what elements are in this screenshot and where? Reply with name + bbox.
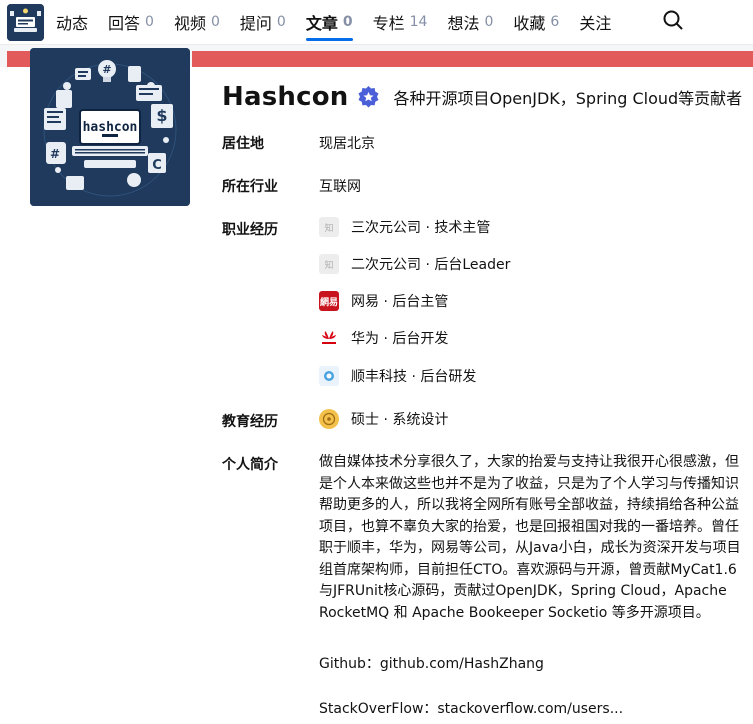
tab-following[interactable]: 关注	[579, 0, 611, 44]
svg-text:#: #	[102, 63, 111, 76]
career-item[interactable]: 知 二次元公司 · 后台Leader	[319, 254, 510, 274]
search-icon[interactable]	[660, 7, 686, 33]
career-item[interactable]: 华为 · 后台开发	[319, 328, 448, 348]
school-logo-icon	[319, 409, 339, 429]
tab-label: 收藏	[513, 14, 546, 33]
profile-tabs: 动态 回答 0 视频 0 提问 0 文章 0 专栏 14 想法 0 收藏 6 关注	[56, 0, 631, 44]
profile-nav-bar: 动态 回答 0 视频 0 提问 0 文章 0 专栏 14 想法 0 收藏 6 关注	[0, 0, 753, 45]
career-item[interactable]: 知 三次元公司 · 技术主管	[319, 217, 490, 237]
education-label: 教育经历	[222, 414, 278, 430]
tab-columns[interactable]: 专栏 14	[373, 0, 428, 44]
tab-articles[interactable]: 文章 0	[305, 0, 353, 44]
career-item-text: 顺丰科技 · 后台研发	[351, 369, 477, 385]
location-label: 居住地	[222, 136, 264, 152]
tab-count: 14	[409, 14, 428, 30]
tab-answers[interactable]: 回答 0	[108, 0, 154, 44]
placeholder-company-icon: 知	[319, 254, 339, 274]
tab-label: 回答	[108, 14, 141, 33]
tab-label: 文章	[305, 14, 338, 33]
bio-text: 做自媒体技术分享很久了，大家的抬爱与支持让我很开心很感激，但是个人本来做这些也并…	[319, 452, 749, 624]
github-link[interactable]: Github：github.com/HashZhang	[319, 653, 544, 673]
education-item-text: 硕士 · 系统设计	[351, 412, 449, 428]
bio-paragraph: 做自媒体技术分享很久了，大家的抬爱与支持让我很开心很感激，但是个人本来做这些也并…	[319, 454, 741, 621]
tab-questions[interactable]: 提问 0	[240, 0, 286, 44]
tab-videos[interactable]: 视频 0	[174, 0, 220, 44]
verified-badge-icon[interactable]	[356, 85, 381, 110]
tab-count: 0	[276, 14, 286, 30]
avatar-thumbnail[interactable]	[7, 4, 44, 41]
career-item[interactable]: 網易 网易 · 后台主管	[319, 291, 448, 311]
career-item-text: 三次元公司 · 技术主管	[351, 220, 491, 236]
tab-count: 0	[210, 14, 220, 30]
user-headline: 各种开源项目OpenJDK，Spring Cloud等贡献者	[393, 89, 743, 108]
tab-label: 专栏	[372, 14, 405, 33]
tabs-overflow-fade	[612, 0, 652, 44]
tab-count: 0	[145, 14, 154, 30]
tab-label: 提问	[239, 14, 272, 33]
profile-avatar[interactable]: # # $ C hashcon	[30, 48, 190, 206]
huawei-logo-icon	[319, 328, 339, 348]
avatar-logo-text: hashcon	[83, 120, 138, 135]
education-item[interactable]: 硕士 · 系统设计	[319, 409, 448, 429]
user-name: Hashcon	[222, 82, 349, 112]
industry-label: 所在行业	[222, 179, 278, 195]
tab-label: 关注	[579, 14, 612, 33]
tab-activity[interactable]: 动态	[56, 0, 88, 44]
tab-label: 动态	[56, 14, 89, 33]
netease-logo-icon: 網易	[319, 291, 339, 311]
tab-collections[interactable]: 收藏 6	[513, 0, 559, 44]
tab-count: 6	[550, 14, 560, 30]
bio-label: 个人简介	[222, 457, 278, 473]
career-item-text: 华为 · 后台开发	[351, 331, 449, 347]
career-item[interactable]: 顺丰科技 · 后台研发	[319, 366, 476, 386]
career-item-text: 二次元公司 · 后台Leader	[351, 257, 511, 273]
career-label: 职业经历	[222, 222, 278, 238]
placeholder-company-icon: 知	[319, 217, 339, 237]
tab-count: 0	[342, 14, 353, 30]
svg-text:#: #	[50, 147, 60, 161]
industry-value: 互联网	[319, 179, 361, 195]
tab-label: 想法	[447, 14, 480, 33]
stackoverflow-link[interactable]: StackOverFlow：stackoverflow.com/users...	[319, 698, 623, 718]
tab-thoughts[interactable]: 想法 0	[447, 0, 493, 44]
cover-image	[192, 51, 753, 67]
career-item-text: 网易 · 后台主管	[351, 294, 449, 310]
sf-logo-icon	[319, 366, 339, 386]
svg-text:$: $	[156, 106, 167, 125]
svg-text:C: C	[152, 158, 162, 173]
tab-label: 视频	[173, 14, 206, 33]
tab-count: 0	[484, 14, 494, 30]
location-value: 现居北京	[319, 136, 375, 152]
profile-header: Hashcon 各种开源项目OpenJDK，Spring Cloud等贡献者	[222, 82, 742, 112]
cover-image-left	[7, 51, 31, 67]
